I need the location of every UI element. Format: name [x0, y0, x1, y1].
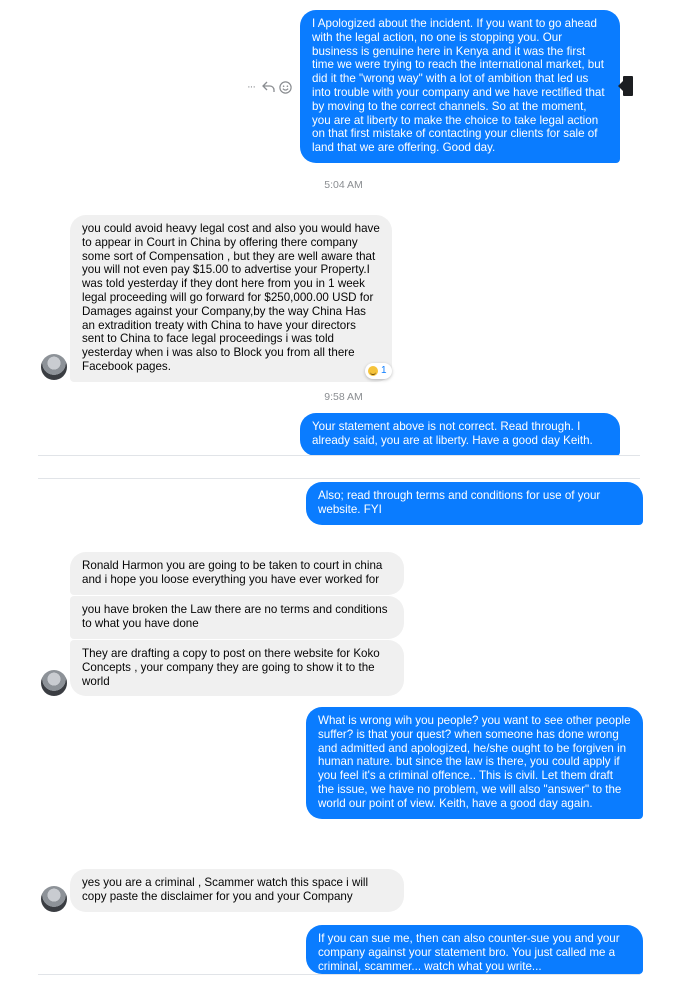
incoming-message[interactable]: yes you are a criminal , Scammer watch t…	[70, 869, 404, 912]
grinning-face-icon	[368, 366, 378, 376]
divider	[38, 478, 640, 479]
avatar[interactable]	[41, 670, 67, 696]
message-actions: ···	[244, 80, 292, 94]
incoming-message[interactable]: you have broken the Law there are no ter…	[70, 596, 404, 639]
incoming-message[interactable]: They are drafting a copy to post on ther…	[70, 640, 404, 697]
reaction-badge[interactable]: 1	[365, 363, 392, 379]
reaction-count: 1	[381, 365, 387, 376]
reply-icon[interactable]	[261, 80, 275, 94]
incoming-message[interactable]: Ronald Harmon you are going to be taken …	[70, 552, 404, 595]
incoming-message[interactable]: you could avoid heavy legal cost and als…	[70, 215, 392, 382]
timestamp: 5:04 AM	[324, 179, 363, 191]
divider	[38, 455, 640, 456]
avatar[interactable]	[41, 354, 67, 380]
outgoing-message[interactable]: Also; read through terms and conditions …	[306, 482, 643, 525]
divider	[38, 974, 640, 975]
react-emoji-icon[interactable]	[278, 80, 292, 94]
outgoing-message[interactable]: What is wrong wih you people? you want t…	[306, 707, 643, 819]
outgoing-message[interactable]: Your statement above is not correct. Rea…	[300, 413, 620, 456]
more-options-icon[interactable]: ···	[244, 80, 258, 94]
avatar[interactable]	[41, 886, 67, 912]
scroll-handle[interactable]	[618, 76, 633, 96]
outgoing-message[interactable]: I Apologized about the incident. If you …	[300, 10, 620, 163]
outgoing-message[interactable]: If you can sue me, then can also counter…	[306, 925, 643, 974]
timestamp: 9:58 AM	[324, 391, 363, 403]
